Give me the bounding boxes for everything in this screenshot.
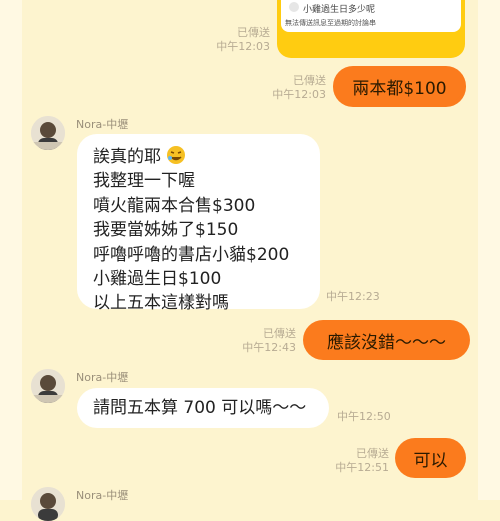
message-line: 噴火龍兩本合售$300	[93, 195, 256, 216]
message-bubble-outgoing[interactable]: 兩本都$100	[333, 66, 466, 107]
message-line: 以上五本這樣對嗎	[93, 293, 229, 314]
sender-name: Nora-中壢	[76, 489, 129, 502]
bubble-tail	[451, 467, 461, 477]
chat-view: 小雞過生日多少呢 無法傳送訊息至過期的討論串 已傳送 中午12:03 已傳送 中…	[0, 0, 500, 521]
message-line: 我要當姊姊了$150	[93, 220, 239, 241]
left-margin	[0, 0, 22, 500]
message-status: 已傳送 中午12:43	[242, 327, 296, 354]
message-status: 已傳送 中午12:51	[335, 447, 389, 474]
message-line: 呼嚕呼嚕的書店小貓$200	[93, 244, 290, 265]
quoted-message-text: 小雞過生日多少呢	[303, 5, 376, 15]
message-bubble-incoming[interactable]: 請問五本算 700 可以嗎～～	[77, 388, 329, 428]
message-status: 已傳送 中午12:03	[272, 74, 326, 101]
quoted-message-card[interactable]: 小雞過生日多少呢 無法傳送訊息至過期的討論串	[277, 0, 465, 58]
sender-name: Nora-中壢	[76, 118, 129, 131]
sender-name: Nora-中壢	[76, 371, 129, 384]
bubble-tail	[455, 349, 465, 359]
bubble-tail	[451, 95, 461, 105]
message-bubble-incoming[interactable]: 誒真的耶 我整理一下喔 噴火龍兩本合售$300 我要當姊姊了$150 呼嚕呼嚕的…	[77, 134, 320, 313]
message-bubble-outgoing[interactable]: 應該沒錯～～～	[303, 320, 470, 360]
right-margin	[478, 0, 500, 500]
message-line: 我整理一下喔	[93, 171, 195, 192]
message-line: 請問五本算 700 可以嗎～～	[93, 398, 307, 418]
avatar[interactable]	[31, 116, 65, 150]
rofl-emoji-icon	[166, 145, 186, 165]
message-text: 應該沒錯～～～	[327, 332, 446, 353]
profile-icon	[289, 2, 299, 12]
message-line: 小雞過生日$100	[93, 269, 222, 290]
message-text: 可以	[413, 450, 448, 471]
message-text: 兩本都$100	[352, 79, 447, 99]
message-time: 中午12:50	[337, 410, 391, 423]
message-time: 中午12:23	[326, 290, 380, 303]
expired-thread-note: 無法傳送訊息至過期的討論串	[285, 19, 376, 27]
avatar[interactable]	[31, 369, 65, 403]
message-status: 已傳送 中午12:03	[216, 26, 270, 53]
avatar[interactable]	[31, 487, 65, 521]
message-line: 誒真的耶	[93, 145, 304, 169]
